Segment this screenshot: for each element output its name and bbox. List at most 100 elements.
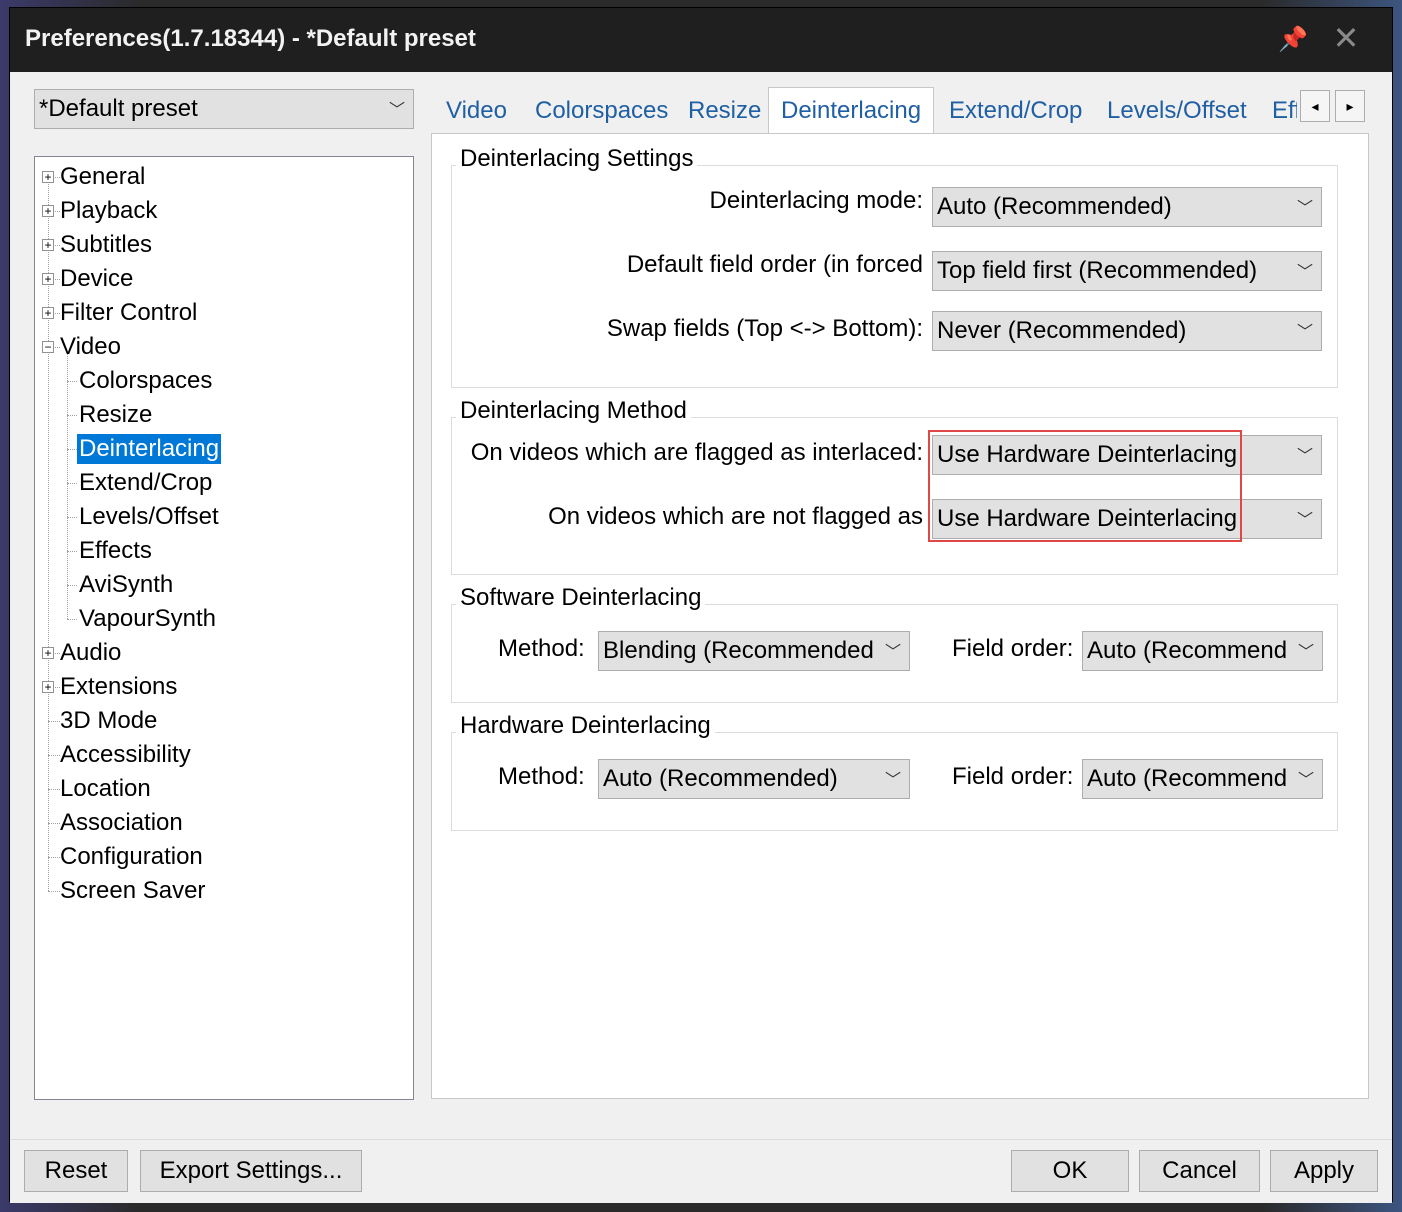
footer-divider bbox=[10, 1139, 1392, 1140]
hardware-method-value: Auto (Recommended) bbox=[603, 765, 838, 792]
tree-item-device[interactable]: Device bbox=[60, 264, 133, 294]
tree-guide-line bbox=[67, 585, 77, 586]
software-field-order-dropdown[interactable]: Auto (Recommend ﹀ bbox=[1082, 631, 1323, 671]
close-icon[interactable]: ✕ bbox=[1330, 22, 1362, 54]
title-bar: Preferences(1.7.18344) - *Default preset… bbox=[10, 8, 1392, 72]
chevron-down-icon: ﹀ bbox=[1297, 771, 1314, 789]
swap-fields-label: Swap fields (Top <-> Bottom): bbox=[606, 315, 923, 342]
software-method-dropdown[interactable]: Blending (Recommended ﹀ bbox=[598, 631, 910, 671]
content-area: *Default preset ﹀ + General + Playback + Subt… bbox=[10, 72, 1392, 1203]
window-title: Preferences(1.7.18344) - *Default preset bbox=[25, 25, 476, 52]
tab-strip: Video Colorspaces Resize Deinterlacing E… bbox=[431, 87, 1371, 136]
tree-item-vapoursynth[interactable]: VapourSynth bbox=[79, 604, 216, 634]
tree-guide-line bbox=[48, 755, 60, 756]
software-method-value: Blending (Recommended bbox=[603, 637, 874, 664]
tab-scroll-right-button[interactable]: ▸ bbox=[1335, 90, 1365, 122]
tab-deinterlacing[interactable]: Deinterlacing bbox=[768, 87, 935, 136]
software-field-order-label: Field order: bbox=[952, 635, 1074, 662]
pin-icon[interactable]: 📌 bbox=[1278, 26, 1308, 54]
chevron-down-icon: ﹀ bbox=[388, 101, 405, 119]
tree-item-playback[interactable]: Playback bbox=[60, 196, 157, 226]
tree-item-subtitles[interactable]: Subtitles bbox=[60, 230, 152, 260]
collapse-icon[interactable]: − bbox=[42, 341, 54, 353]
field-order-label: Default field order (in forced bbox=[626, 251, 923, 278]
hardware-field-order-label: Field order: bbox=[952, 763, 1074, 790]
ok-button[interactable]: OK bbox=[1011, 1150, 1129, 1192]
not-flagged-label: On videos which are not flagged as bbox=[548, 503, 923, 530]
preset-value: *Default preset bbox=[39, 95, 198, 122]
deinterlacing-mode-dropdown[interactable]: Auto (Recommended) ﹀ bbox=[932, 187, 1322, 227]
reset-button[interactable]: Reset bbox=[24, 1150, 128, 1192]
expand-icon[interactable]: + bbox=[42, 171, 54, 183]
software-deinterlacing-title: Software Deinterlacing bbox=[456, 584, 706, 612]
tree-item-filter-control[interactable]: Filter Control bbox=[60, 298, 197, 328]
flagged-interlaced-label: On videos which are flagged as interlace… bbox=[470, 439, 923, 466]
hardware-method-dropdown[interactable]: Auto (Recommended) ﹀ bbox=[598, 759, 910, 799]
tab-levels-offset[interactable]: Levels/Offset bbox=[1107, 89, 1247, 133]
tree-guide-line bbox=[48, 891, 60, 892]
field-order-value: Top field first (Recommended) bbox=[937, 257, 1258, 284]
tree-item-general[interactable]: General bbox=[60, 162, 145, 192]
expand-icon[interactable]: + bbox=[42, 307, 54, 319]
tree-item-colorspaces[interactable]: Colorspaces bbox=[79, 366, 212, 396]
hardware-field-order-dropdown[interactable]: Auto (Recommend ﹀ bbox=[1082, 759, 1323, 799]
deinterlacing-mode-label: Deinterlacing mode: bbox=[709, 187, 923, 214]
settings-tree[interactable]: + General + Playback + Subtitles + Device + Filte… bbox=[34, 156, 414, 1100]
tree-item-deinterlacing[interactable]: Deinterlacing bbox=[77, 434, 222, 464]
tree-guide-line bbox=[67, 449, 77, 450]
tab-video[interactable]: Video bbox=[446, 89, 507, 133]
tree-guide-line bbox=[48, 789, 60, 790]
tree-item-3d-mode[interactable]: 3D Mode bbox=[60, 706, 157, 736]
tree-item-association[interactable]: Association bbox=[60, 808, 183, 838]
chevron-down-icon: ﹀ bbox=[884, 643, 901, 661]
deinterlacing-mode-value: Auto (Recommended) bbox=[937, 193, 1172, 220]
tree-item-screen-saver[interactable]: Screen Saver bbox=[60, 876, 205, 906]
tree-guide-line bbox=[67, 517, 77, 518]
highlight-box bbox=[928, 430, 1242, 542]
tab-scroll-left-button[interactable]: ◂ bbox=[1300, 90, 1330, 122]
apply-button[interactable]: Apply bbox=[1270, 1150, 1378, 1192]
tree-guide-line bbox=[67, 483, 77, 484]
tree-item-resize[interactable]: Resize bbox=[79, 400, 152, 430]
tree-guide-line bbox=[67, 381, 77, 382]
tree-item-extensions[interactable]: Extensions bbox=[60, 672, 177, 702]
tab-resize[interactable]: Resize bbox=[688, 89, 761, 133]
preset-dropdown[interactable]: *Default preset ﹀ bbox=[34, 89, 414, 129]
tree-guide-line bbox=[48, 721, 60, 722]
chevron-down-icon: ﹀ bbox=[1296, 511, 1313, 529]
expand-icon[interactable]: + bbox=[42, 239, 54, 251]
software-field-order-value: Auto (Recommend bbox=[1087, 637, 1288, 664]
tree-item-levels-offset[interactable]: Levels/Offset bbox=[79, 502, 219, 532]
tree-guide-line bbox=[67, 619, 77, 620]
field-order-dropdown[interactable]: Top field first (Recommended) ﹀ bbox=[932, 251, 1322, 291]
tree-guide-line bbox=[48, 823, 60, 824]
tree-guide-line bbox=[48, 857, 60, 858]
hardware-field-order-value: Auto (Recommend bbox=[1087, 765, 1288, 792]
tree-item-avisynth[interactable]: AviSynth bbox=[79, 570, 173, 600]
tab-extend-crop[interactable]: Extend/Crop bbox=[949, 89, 1082, 133]
tree-item-audio[interactable]: Audio bbox=[60, 638, 121, 668]
expand-icon[interactable]: + bbox=[42, 205, 54, 217]
hardware-method-label: Method: bbox=[498, 763, 585, 790]
deinterlacing-method-title: Deinterlacing Method bbox=[456, 397, 691, 425]
chevron-down-icon: ﹀ bbox=[1297, 643, 1314, 661]
chevron-down-icon: ﹀ bbox=[1296, 323, 1313, 341]
export-settings-button[interactable]: Export Settings... bbox=[140, 1150, 362, 1192]
expand-icon[interactable]: + bbox=[42, 681, 54, 693]
tree-item-accessibility[interactable]: Accessibility bbox=[60, 740, 191, 770]
tree-item-extend-crop[interactable]: Extend/Crop bbox=[79, 468, 212, 498]
cancel-button[interactable]: Cancel bbox=[1139, 1150, 1260, 1192]
expand-icon[interactable]: + bbox=[42, 647, 54, 659]
tab-colorspaces[interactable]: Colorspaces bbox=[535, 89, 668, 133]
tree-item-location[interactable]: Location bbox=[60, 774, 151, 804]
swap-fields-dropdown[interactable]: Never (Recommended) ﹀ bbox=[932, 311, 1322, 351]
chevron-down-icon: ﹀ bbox=[1296, 263, 1313, 281]
tab-effects[interactable]: Eff bbox=[1272, 89, 1297, 133]
deinterlacing-settings-title: Deinterlacing Settings bbox=[456, 145, 698, 173]
hardware-deinterlacing-title: Hardware Deinterlacing bbox=[456, 712, 715, 740]
tree-item-video[interactable]: Video bbox=[60, 332, 121, 362]
tree-item-configuration[interactable]: Configuration bbox=[60, 842, 203, 872]
tree-guide-line bbox=[67, 415, 77, 416]
expand-icon[interactable]: + bbox=[42, 273, 54, 285]
tree-item-effects[interactable]: Effects bbox=[79, 536, 152, 566]
